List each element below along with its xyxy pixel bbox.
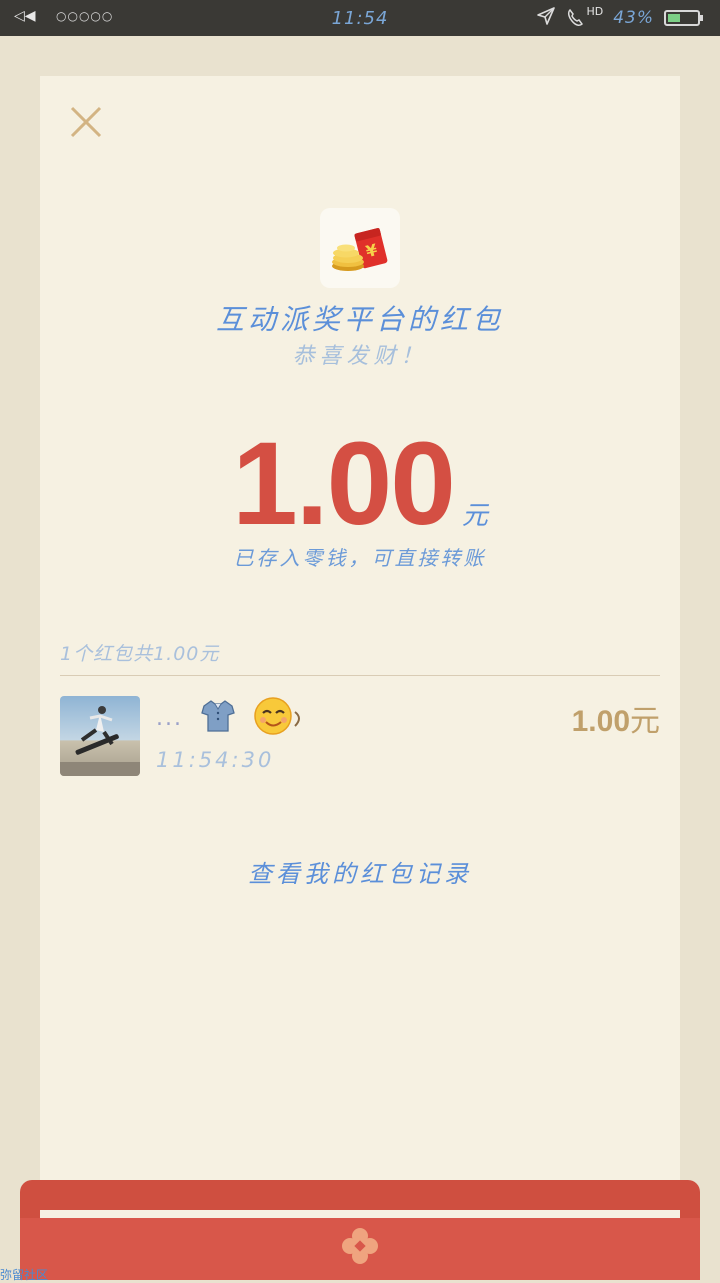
receiver-row[interactable]: ... 11:54:30 1.00元 [60,696,660,776]
watermark: 弥留社区 [0,1268,49,1282]
receiver-amount-value: 1.00 [571,705,630,738]
receiver-amount-unit: 元 [630,704,660,739]
battery-icon [664,10,703,26]
battery-level-fill [668,14,680,22]
status-bar: ◁◀ ○○○○○ 11:54 HD 43% [0,0,720,36]
close-button[interactable] [64,100,108,144]
shirt-icon [199,697,237,739]
status-right-icons: HD 43% [536,5,703,30]
call-hd-icon: HD [566,5,604,28]
hd-label: HD [586,5,604,18]
envelope-seal-icon [342,1228,378,1264]
amount-display: 1.00 元 [40,416,680,552]
send-icon [536,6,556,30]
close-icon [70,106,102,138]
sender-logo: ¥ [320,208,400,288]
smiley-emoji-icon [253,696,305,740]
receiver-name: ... [156,696,305,740]
packet-title: 互动派奖平台的红包 [215,303,504,336]
red-packet-detail-card: ¥ 互动派奖平台的红包 恭喜发财！ 1.00 元 已存入零钱，可直接转账 1个红包… [40,76,680,1222]
view-my-records-link[interactable]: 查看我的红包记录 [40,854,680,889]
saved-to-wallet-note: 已存入零钱，可直接转账 [233,546,487,570]
receive-time: 11:54:30 [156,748,275,772]
receiver-amount: 1.00元 [572,696,660,740]
red-envelope-coins-icon: ¥ [332,228,388,271]
battery-percent: 43% [613,8,654,28]
amount-unit: 元 [461,501,488,531]
receiver-name-prefix: ... [156,705,183,731]
avatar [60,696,140,776]
packet-summary: 1个红包共1.00元 [60,643,220,665]
divider [60,675,660,676]
received-amount: 1.00 [232,418,456,550]
packet-greeting: 恭喜发财！ [292,344,428,369]
